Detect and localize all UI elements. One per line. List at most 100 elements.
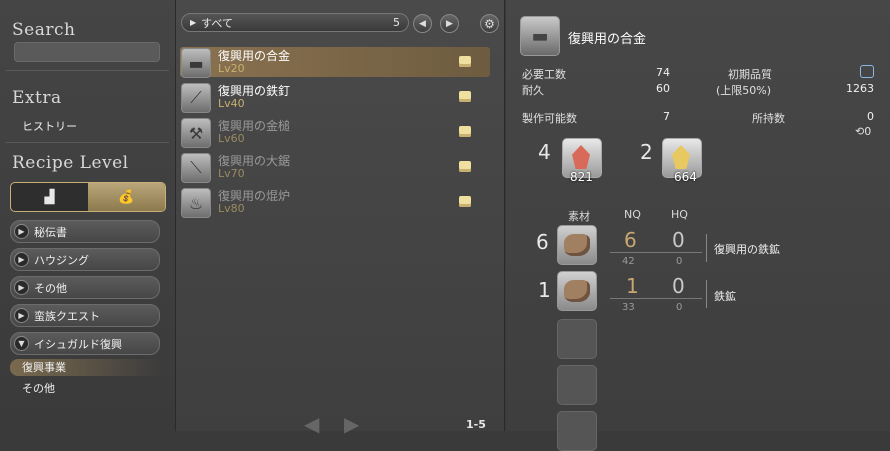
dropdown-arrow-icon: ▶ xyxy=(190,18,197,27)
initial-quality-label: 初期品質 xyxy=(728,68,772,81)
chevron-left-icon: ◀ xyxy=(419,18,426,29)
material-hq-owned: 0 xyxy=(676,302,683,313)
hq-icon: ⟲ xyxy=(855,125,865,138)
category-other[interactable]: ▶ その他 xyxy=(10,276,160,299)
recipe-row[interactable]: ⟋ 復興用の鉄釘 Lv40 xyxy=(180,82,490,113)
recipe-level-toggle[interactable]: ▟ 💰 xyxy=(10,182,166,212)
category-housing[interactable]: ▶ ハウジング xyxy=(10,248,160,271)
material-nq-owned: 33 xyxy=(622,302,635,313)
money-bag-icon: 💰 xyxy=(118,189,135,205)
recipe-row[interactable]: ▬ 復興用の合金 Lv20 xyxy=(180,47,490,78)
extra-title: Extra xyxy=(12,88,62,108)
steps-icon: ▟ xyxy=(44,189,55,205)
required-progress-value: 74 xyxy=(656,66,670,79)
category-label: 秘伝書 xyxy=(34,225,67,239)
quality-value: 1263 xyxy=(846,82,874,95)
material-hq-owned: 0 xyxy=(676,256,683,267)
search-title: Search xyxy=(12,20,76,40)
item-name: 復興用の合金 xyxy=(568,32,647,47)
category-label: ハウジング xyxy=(34,253,89,267)
next-page-button[interactable]: ▶ xyxy=(440,14,459,33)
divider xyxy=(706,280,707,308)
subcategory-other[interactable]: その他 xyxy=(22,380,55,396)
recipe-row[interactable]: ⚒ 復興用の金槌 Lv60 xyxy=(180,117,490,148)
subcategory-restoration-projects[interactable]: 復興事業 xyxy=(10,359,162,376)
filter-count: 5 xyxy=(393,16,400,29)
page-indicator: 1-5 xyxy=(466,418,486,431)
expand-icon: ▶ xyxy=(14,308,29,323)
material-name: 復興用の鉄鉱 xyxy=(714,243,780,256)
divider xyxy=(610,298,702,299)
column-hq: HQ xyxy=(671,208,688,221)
divider xyxy=(610,252,702,253)
empty-material-slot xyxy=(557,319,597,359)
collectable-icon xyxy=(459,126,471,137)
recipe-row[interactable]: ♨ 復興用の焜炉 Lv80 xyxy=(180,187,490,218)
material-nq-use[interactable]: 1 xyxy=(626,274,639,298)
metal-ingot-icon: ▬ xyxy=(520,16,560,56)
column-nq: NQ xyxy=(624,208,641,221)
level-bag-tab[interactable]: 💰 xyxy=(88,183,165,211)
material-hq-use[interactable]: 0 xyxy=(672,274,685,298)
durability-value: 60 xyxy=(656,82,670,95)
metal-ingot-icon: ▬ xyxy=(181,48,211,78)
recipe-level: Lv20 xyxy=(218,62,245,75)
category-beast-tribe-quests[interactable]: ▶ 蛮族クエスト xyxy=(10,304,160,327)
prev-page-button[interactable]: ◀ xyxy=(413,14,432,33)
collapse-icon: ▼ xyxy=(14,336,29,351)
recipe-level: Lv70 xyxy=(218,167,245,180)
material-nq-owned: 42 xyxy=(622,256,635,267)
category-ishgard-restoration[interactable]: ▼ イシュガルド復興 xyxy=(10,332,160,355)
category-secret-recipe-book[interactable]: ▶ 秘伝書 xyxy=(10,220,160,243)
craftable-label: 製作可能数 xyxy=(522,112,577,125)
recipe-level: Lv80 xyxy=(218,202,245,215)
page-left-arrow-icon[interactable]: ◀ xyxy=(304,412,319,436)
recipe-list-panel: ▶ すべて 5 ◀ ▶ ⚙ ▬ 復興用の合金 Lv20 ⟋ 復興用の鉄釘 Lv4… xyxy=(176,0,505,436)
ore-icon[interactable] xyxy=(557,225,597,265)
collectable-icon xyxy=(459,91,471,102)
column-material: 素材 xyxy=(568,210,590,223)
recipe-level: Lv40 xyxy=(218,97,245,110)
sidebar: Search Extra ヒストリー Recipe Level ▟ 💰 ▶ 秘伝書… xyxy=(0,0,176,431)
recipe-row[interactable]: ⟍ 復興用の大鋸 Lv70 xyxy=(180,152,490,183)
durability-label: 耐久 xyxy=(522,84,544,97)
search-input[interactable] xyxy=(14,42,160,62)
divider xyxy=(706,234,707,262)
owned-value: 0 xyxy=(867,110,874,123)
stove-icon: ♨ xyxy=(181,188,211,218)
filter-label: すべて xyxy=(201,16,233,30)
crystal-owned: 821 xyxy=(570,170,593,184)
crystal-owned: 664 xyxy=(674,170,697,184)
material-hq-use[interactable]: 0 xyxy=(672,228,685,252)
owned-label: 所持数 xyxy=(752,112,785,125)
page-right-arrow-icon[interactable]: ▶ xyxy=(344,412,359,436)
empty-material-slot xyxy=(557,365,597,405)
material-required: 1 xyxy=(538,278,551,302)
filter-dropdown[interactable]: ▶ すべて 5 xyxy=(181,13,409,32)
hq-owned: ⟲0 xyxy=(855,125,872,138)
craftable-value: 7 xyxy=(663,110,670,123)
crystal-required: 2 xyxy=(640,140,653,164)
chevron-right-icon: ▶ xyxy=(446,18,453,29)
recipe-detail-panel: ▬ 復興用の合金 必要工数 74 耐久 60 初期品質 (上限50%) 1263… xyxy=(506,0,890,451)
expand-icon: ▶ xyxy=(14,280,29,295)
category-label: その他 xyxy=(34,281,67,295)
collectable-icon xyxy=(459,56,471,67)
required-progress-label: 必要工数 xyxy=(522,68,566,81)
settings-button[interactable]: ⚙ xyxy=(480,14,499,33)
ore-icon[interactable] xyxy=(557,271,597,311)
iron-nails-icon: ⟋ xyxy=(181,83,211,113)
empty-material-slot xyxy=(557,411,597,451)
level-steps-tab[interactable]: ▟ xyxy=(11,183,88,211)
expand-icon: ▶ xyxy=(14,252,29,267)
quality-checkbox[interactable] xyxy=(860,65,874,78)
history-link[interactable]: ヒストリー xyxy=(22,118,77,134)
divider xyxy=(6,70,169,71)
category-label: 蛮族クエスト xyxy=(34,309,100,323)
material-name: 鉄鉱 xyxy=(714,290,736,303)
material-nq-use[interactable]: 6 xyxy=(624,228,637,252)
divider xyxy=(6,142,169,143)
collectable-icon xyxy=(459,196,471,207)
quality-cap: (上限50%) xyxy=(716,84,772,97)
recipe-level-title: Recipe Level xyxy=(12,153,129,173)
